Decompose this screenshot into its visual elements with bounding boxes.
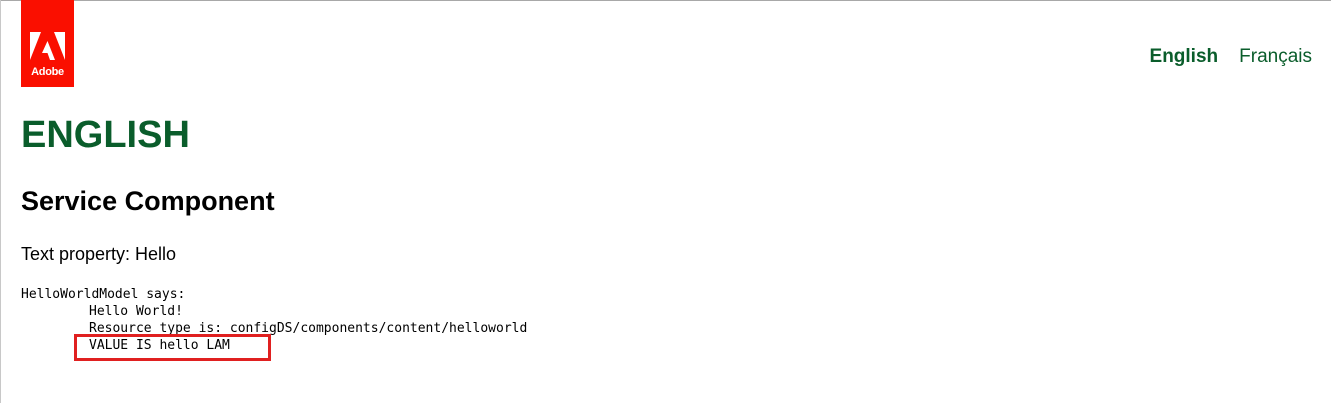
language-link-francais[interactable]: Français — [1239, 46, 1312, 68]
text-property: Text property: Hello — [21, 244, 177, 264]
output-line: Hello World! — [89, 304, 183, 319]
adobe-logo-icon — [30, 32, 65, 60]
output-header: HelloWorldModel says: — [21, 287, 186, 302]
logo-wordmark: Adobe — [31, 66, 64, 78]
adobe-logo[interactable]: Adobe — [21, 0, 74, 87]
page-title: ENGLISH — [21, 114, 190, 156]
language-switcher: English Français — [1150, 46, 1312, 68]
language-link-english[interactable]: English — [1150, 46, 1219, 68]
window-left-border — [0, 0, 1, 403]
section-title: Service Component — [21, 186, 275, 216]
window-top-border — [0, 0, 1331, 1]
highlight-annotation-box — [74, 334, 271, 361]
